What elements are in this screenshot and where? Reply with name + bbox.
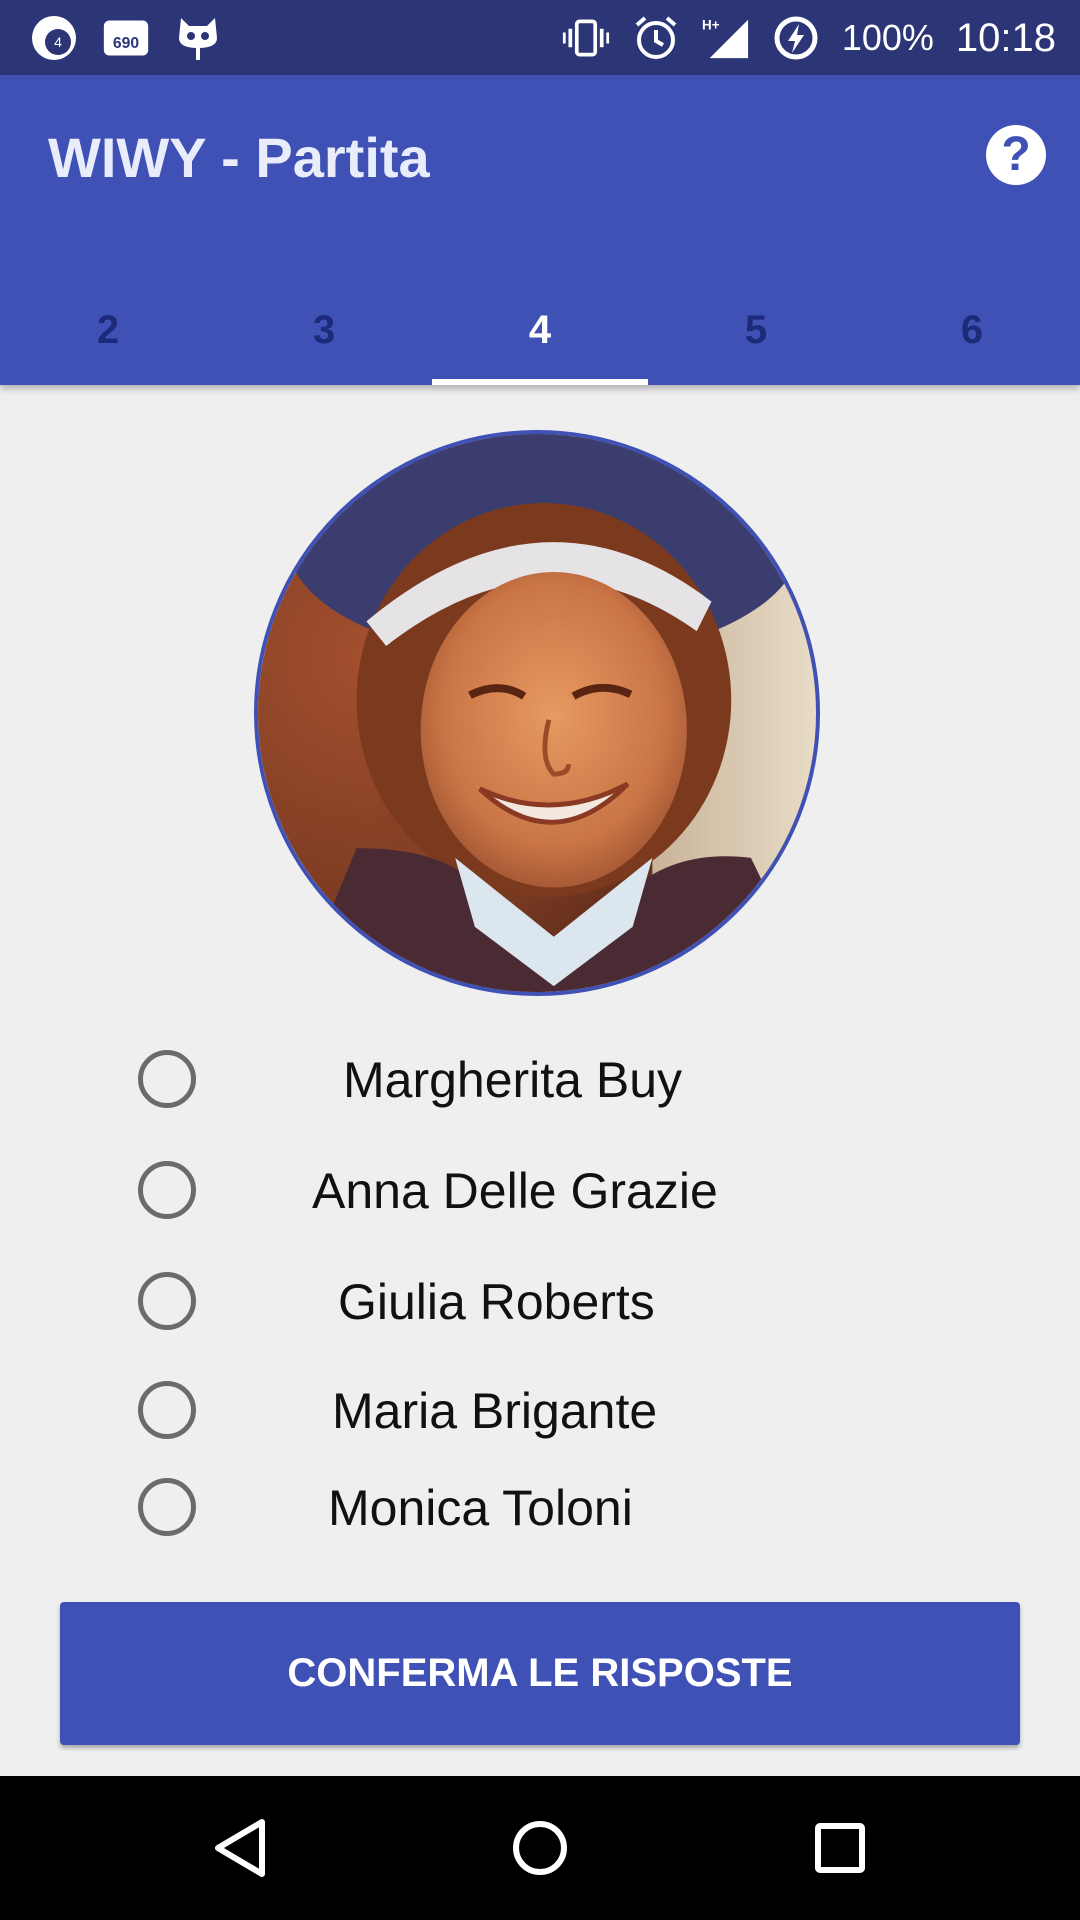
battery-percent: 100% <box>841 17 934 58</box>
page-title: WIWY - Partita <box>48 126 430 189</box>
tab-2[interactable]: 2 <box>0 275 216 385</box>
svg-text:690: 690 <box>113 35 139 52</box>
confirm-answers-button[interactable]: CONFERMA LE RISPOSTE <box>60 1602 1020 1745</box>
recents-square-icon <box>815 1823 865 1873</box>
answer-option[interactable]: Giulia Roberts <box>0 1262 1080 1342</box>
radio-button[interactable] <box>138 1381 196 1439</box>
tab-3[interactable]: 3 <box>216 275 432 385</box>
tab-5[interactable]: 5 <box>648 275 864 385</box>
childhood-photo <box>254 430 820 996</box>
status-bar: 4 690 H+ 100% 10:18 <box>0 0 1080 75</box>
radio-button[interactable] <box>138 1272 196 1330</box>
svg-text:H+: H+ <box>702 17 720 32</box>
mail-count-icon: 690 <box>102 14 150 62</box>
tab-6[interactable]: 6 <box>864 275 1080 385</box>
signal-icon: H+ <box>702 14 750 62</box>
svg-text:4: 4 <box>54 34 62 50</box>
answer-option[interactable]: Anna Delle Grazie <box>0 1151 1080 1231</box>
help-circle-icon: ? <box>1001 128 1031 181</box>
vibrate-icon <box>562 14 610 62</box>
home-button[interactable] <box>498 1806 582 1890</box>
back-button[interactable] <box>198 1806 282 1890</box>
back-triangle-icon <box>215 1819 265 1877</box>
radio-button[interactable] <box>138 1161 196 1219</box>
option-label[interactable]: Margherita Buy <box>343 1040 682 1120</box>
answer-option[interactable]: Monica Toloni <box>0 1468 1080 1548</box>
cyanogen-cat-icon <box>174 14 222 62</box>
answer-option[interactable]: Maria Brigante <box>0 1371 1080 1451</box>
option-label[interactable]: Anna Delle Grazie <box>312 1151 718 1231</box>
app-bar: WIWY - Partita ? 2 3 4 5 6 <box>0 75 1080 385</box>
option-label[interactable]: Maria Brigante <box>332 1371 657 1451</box>
option-label[interactable]: Giulia Roberts <box>338 1262 655 1342</box>
clock: 10:18 <box>955 15 1056 60</box>
home-circle-icon <box>513 1821 567 1875</box>
battery-charging-icon <box>772 14 820 62</box>
option-label[interactable]: Monica Toloni <box>328 1468 633 1548</box>
help-button[interactable]: ? <box>986 125 1046 185</box>
navigation-bar <box>0 1776 1080 1920</box>
recents-button[interactable] <box>798 1806 882 1890</box>
notification-badge-icon: 4 <box>30 14 78 62</box>
answer-option[interactable]: Margherita Buy <box>0 1040 1080 1120</box>
tab-4[interactable]: 4 <box>432 275 648 385</box>
portrait-image <box>258 434 816 992</box>
tab-bar: 2 3 4 5 6 <box>0 275 1080 385</box>
alarm-icon <box>632 14 680 62</box>
radio-button[interactable] <box>138 1050 196 1108</box>
radio-button[interactable] <box>138 1478 196 1536</box>
